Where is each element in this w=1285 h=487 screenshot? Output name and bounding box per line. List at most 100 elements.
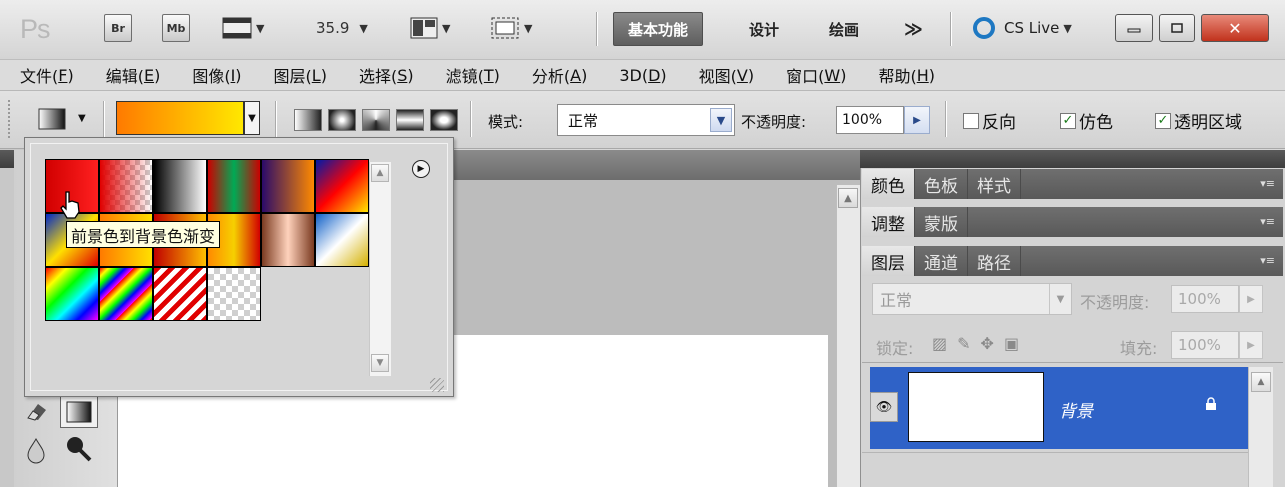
- menu-help[interactable]: 帮助(H): [858, 60, 947, 91]
- reflected-gradient-button[interactable]: [396, 109, 424, 131]
- fill-input[interactable]: 100%: [1171, 331, 1239, 359]
- tab-paths[interactable]: 路径: [968, 246, 1021, 276]
- gradient-swatch[interactable]: [153, 159, 207, 213]
- divider: [862, 452, 1248, 453]
- tool-preset-picker[interactable]: ▼: [38, 108, 86, 134]
- opacity-input[interactable]: 100%: [836, 106, 904, 134]
- workspace-painting[interactable]: 绘画: [815, 12, 873, 46]
- lock-all-icon[interactable]: ▣: [1004, 334, 1019, 353]
- gradient-swatch[interactable]: [45, 267, 99, 321]
- lock-move-icon[interactable]: ✥: [981, 334, 994, 353]
- canvas-scrollbar[interactable]: [836, 185, 860, 487]
- minibridge-icon[interactable]: Mb: [162, 14, 190, 42]
- lock-icon: [1204, 397, 1218, 415]
- divider: [862, 362, 1283, 363]
- layer-opacity-input[interactable]: 100%: [1171, 285, 1239, 313]
- diamond-gradient-button[interactable]: [430, 109, 458, 131]
- dither-label: 仿色: [1079, 113, 1113, 133]
- layer-visibility-toggle[interactable]: 👁: [870, 392, 898, 422]
- scroll-down-button[interactable]: ▼: [371, 354, 389, 372]
- opacity-label: 不透明度:: [741, 113, 807, 131]
- scroll-up-button[interactable]: ▲: [838, 188, 858, 208]
- opacity-slider-button[interactable]: ▶: [904, 106, 930, 134]
- gradient-swatch[interactable]: [261, 213, 315, 267]
- layer-thumbnail: [908, 372, 1044, 442]
- screen-mode-button[interactable]: ▼: [490, 14, 532, 42]
- menu-file[interactable]: 文件(F): [0, 60, 86, 91]
- tab-color[interactable]: 颜色: [862, 169, 915, 199]
- menu-image[interactable]: 图像(I): [172, 60, 253, 91]
- linear-gradient-button[interactable]: [294, 109, 322, 131]
- gradient-swatch[interactable]: [315, 159, 369, 213]
- resize-grip-icon[interactable]: [430, 378, 444, 392]
- gradient-tool-icon: [38, 108, 66, 130]
- more-workspaces-button[interactable]: ≫: [890, 12, 937, 46]
- picker-scrollbar[interactable]: ▲ ▼: [369, 162, 391, 376]
- menu-3d[interactable]: 3D(D): [599, 60, 678, 91]
- menu-layer[interactable]: 图层(L): [254, 60, 339, 91]
- panel-menu-icon[interactable]: ▾≡: [1260, 177, 1275, 190]
- menu-edit[interactable]: 编辑(E): [86, 60, 173, 91]
- checkbox-box: [963, 112, 979, 129]
- eraser-tool-button[interactable]: [24, 398, 50, 424]
- lock-paint-icon[interactable]: ✎: [957, 334, 970, 353]
- gradient-swatch[interactable]: [153, 267, 207, 321]
- mode-select[interactable]: 正常 ▼: [557, 104, 735, 136]
- menu-filter[interactable]: 滤镜(T): [426, 60, 512, 91]
- workspace-essentials[interactable]: 基本功能: [613, 12, 704, 46]
- arrange-documents-button[interactable]: ▼: [410, 14, 450, 42]
- layer-opacity-slider-button[interactable]: ▶: [1239, 285, 1263, 313]
- blur-tool-button[interactable]: [24, 436, 50, 464]
- gradient-swatch[interactable]: [315, 213, 369, 267]
- dither-checkbox[interactable]: ✓ 仿色: [1060, 108, 1113, 133]
- menu-view[interactable]: 视图(V): [679, 60, 766, 91]
- tab-layers[interactable]: 图层: [862, 246, 915, 276]
- transparency-label: 透明区域: [1174, 113, 1242, 133]
- gradient-dropdown-button[interactable]: ▼: [244, 101, 260, 135]
- close-button[interactable]: ✕: [1201, 14, 1269, 42]
- view-extras-button[interactable]: ▼: [222, 14, 264, 42]
- bridge-icon[interactable]: Br: [104, 14, 132, 42]
- lock-transparent-icon[interactable]: ▨: [932, 334, 947, 353]
- divider: [950, 12, 952, 46]
- angle-gradient-button[interactable]: [362, 109, 390, 131]
- gradient-swatch[interactable]: [207, 267, 261, 321]
- tab-swatches[interactable]: 色板: [915, 169, 968, 199]
- tab-styles[interactable]: 样式: [968, 169, 1021, 199]
- layer-blend-mode-select[interactable]: 正常 ▼: [872, 283, 1072, 315]
- cs-live-button[interactable]: CS Live ▼: [972, 14, 1072, 42]
- tab-masks[interactable]: 蒙版: [915, 207, 968, 237]
- panel-menu-icon[interactable]: ▾≡: [1260, 215, 1275, 228]
- gradient-swatch[interactable]: [207, 159, 261, 213]
- scroll-up-button[interactable]: ▲: [1251, 372, 1271, 392]
- fill-slider-button[interactable]: ▶: [1239, 331, 1263, 359]
- tab-channels[interactable]: 通道: [915, 246, 968, 276]
- lock-options: ▨ ✎ ✥ ▣: [932, 334, 1019, 353]
- gradient-swatch[interactable]: [99, 159, 153, 213]
- scroll-up-button[interactable]: ▲: [371, 164, 389, 182]
- chevron-right-icon: ▶: [1247, 293, 1255, 305]
- gradient-swatch[interactable]: [261, 159, 315, 213]
- menu-select[interactable]: 选择(S): [339, 60, 426, 91]
- cs-live-label: CS Live: [1004, 19, 1060, 37]
- gradient-preview[interactable]: [116, 101, 244, 135]
- panel-menu-icon[interactable]: ▾≡: [1260, 254, 1275, 267]
- radial-gradient-button[interactable]: [328, 109, 356, 131]
- check-icon: ✓: [1060, 112, 1076, 129]
- restore-button[interactable]: [1159, 14, 1195, 42]
- transparency-checkbox[interactable]: ✓ 透明区域: [1155, 108, 1242, 133]
- reverse-checkbox[interactable]: 反向: [963, 108, 1016, 133]
- picker-menu-button[interactable]: ▶: [412, 160, 430, 178]
- menu-analysis[interactable]: 分析(A): [512, 60, 599, 91]
- minimize-button[interactable]: [1115, 14, 1153, 42]
- menu-window[interactable]: 窗口(W): [766, 60, 858, 91]
- layer-opacity-label: 不透明度:: [1080, 293, 1150, 312]
- dodge-tool-button[interactable]: [64, 434, 94, 464]
- tab-adjustments[interactable]: 调整: [862, 207, 915, 237]
- workspace-design[interactable]: 设计: [735, 12, 793, 46]
- layer-name[interactable]: 背景: [1059, 397, 1093, 422]
- zoom-dropdown[interactable]: 35.9 ▼: [316, 14, 368, 42]
- gradient-swatch[interactable]: [99, 267, 153, 321]
- gradient-tool-button[interactable]: [60, 396, 98, 428]
- blur-drop-icon: [27, 437, 45, 464]
